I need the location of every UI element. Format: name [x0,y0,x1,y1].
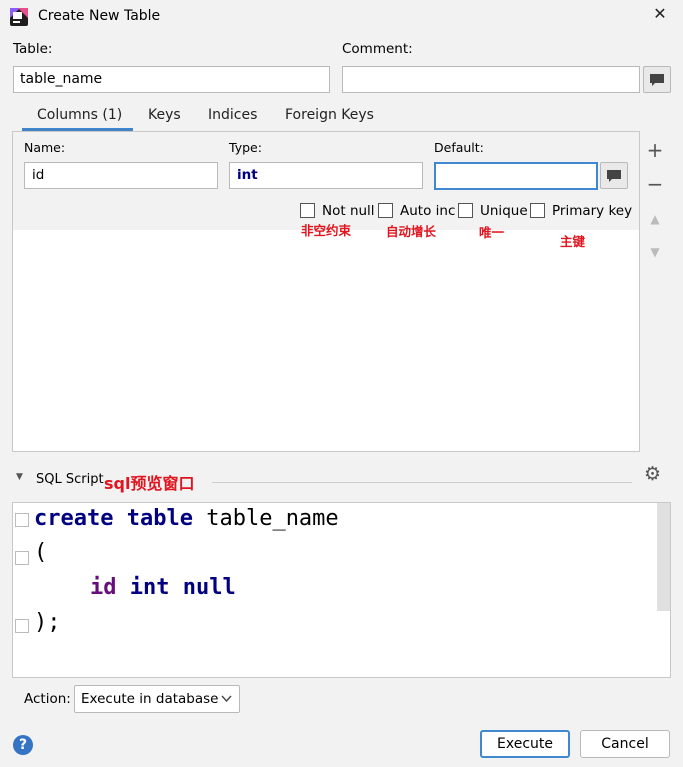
close-icon[interactable]: ✕ [650,4,670,24]
action-selected-value: Execute in database [81,691,219,707]
fold-marker[interactable] [15,513,29,527]
tab-indices[interactable]: Indices [208,107,257,123]
column-type-input[interactable]: int [229,162,423,189]
tab-foreign-keys[interactable]: Foreign Keys [285,107,374,123]
move-down-icon[interactable]: ▼ [645,242,665,262]
not-null-annotation: 非空约束 [301,223,352,238]
column-identifier: id [90,575,117,600]
unique-checkbox[interactable] [458,203,473,218]
keyword-table: table [126,506,193,531]
action-select[interactable]: Execute in database [74,685,240,713]
sql-line-4: ); [34,610,61,635]
keyword-null: null [182,575,236,600]
speech-bubble-icon [607,169,621,182]
tab-keys[interactable]: Keys [148,107,181,123]
chevron-down-icon [221,695,232,703]
app-icon [10,8,28,26]
execute-button[interactable]: Execute [480,730,570,758]
type-label: Type: [229,140,262,155]
unique-label: Unique [480,203,528,219]
column-name-input[interactable]: id [24,162,218,189]
primary-key-checkbox[interactable] [530,203,545,218]
sql-preview-annotation: sql预览窗口 [104,474,195,493]
comment-label: Comment: [342,41,413,57]
editor-scrollbar[interactable] [657,503,670,611]
default-label: Default: [434,140,484,155]
default-edit-button[interactable] [600,162,628,189]
table-identifier: table_name [206,506,339,531]
sql-script-label: SQL Script [36,472,104,487]
not-null-label: Not null [322,203,375,219]
auto-inc-label: Auto inc [400,203,456,219]
remove-column-icon[interactable]: − [645,174,665,194]
sql-line-3: id int null [90,575,236,600]
name-label: Name: [24,140,66,155]
sql-line-2: ( [34,540,48,565]
unique-annotation: 唯一 [479,225,505,240]
help-icon[interactable]: ? [13,735,33,755]
collapse-icon[interactable]: ▼ [16,472,23,482]
comment-input[interactable] [342,66,640,93]
section-divider [212,482,632,483]
fold-marker[interactable] [15,551,29,565]
column-default-input[interactable] [434,162,598,190]
auto-inc-checkbox[interactable] [378,203,393,218]
primary-key-label: Primary key [552,203,633,219]
fold-marker[interactable] [15,619,29,633]
add-column-icon[interactable]: + [645,140,665,160]
sql-line-1: create table table_name [34,506,339,531]
gear-icon[interactable]: ⚙ [644,463,661,485]
primary-key-annotation: 主键 [560,234,586,249]
table-label: Table: [13,41,53,57]
auto-inc-annotation: 自动增长 [386,224,437,239]
not-null-checkbox[interactable] [300,203,315,218]
action-label: Action: [24,691,71,707]
move-up-icon[interactable]: ▲ [645,209,665,229]
keyword-int: int [129,575,170,600]
keyword-create: create [34,506,114,531]
table-name-input[interactable]: table_name [13,66,330,93]
comment-edit-button[interactable] [643,66,671,93]
cancel-button[interactable]: Cancel [580,730,670,758]
speech-bubble-icon [650,73,664,86]
window-title: Create New Table [38,8,161,24]
tab-columns[interactable]: Columns (1) [37,107,122,123]
